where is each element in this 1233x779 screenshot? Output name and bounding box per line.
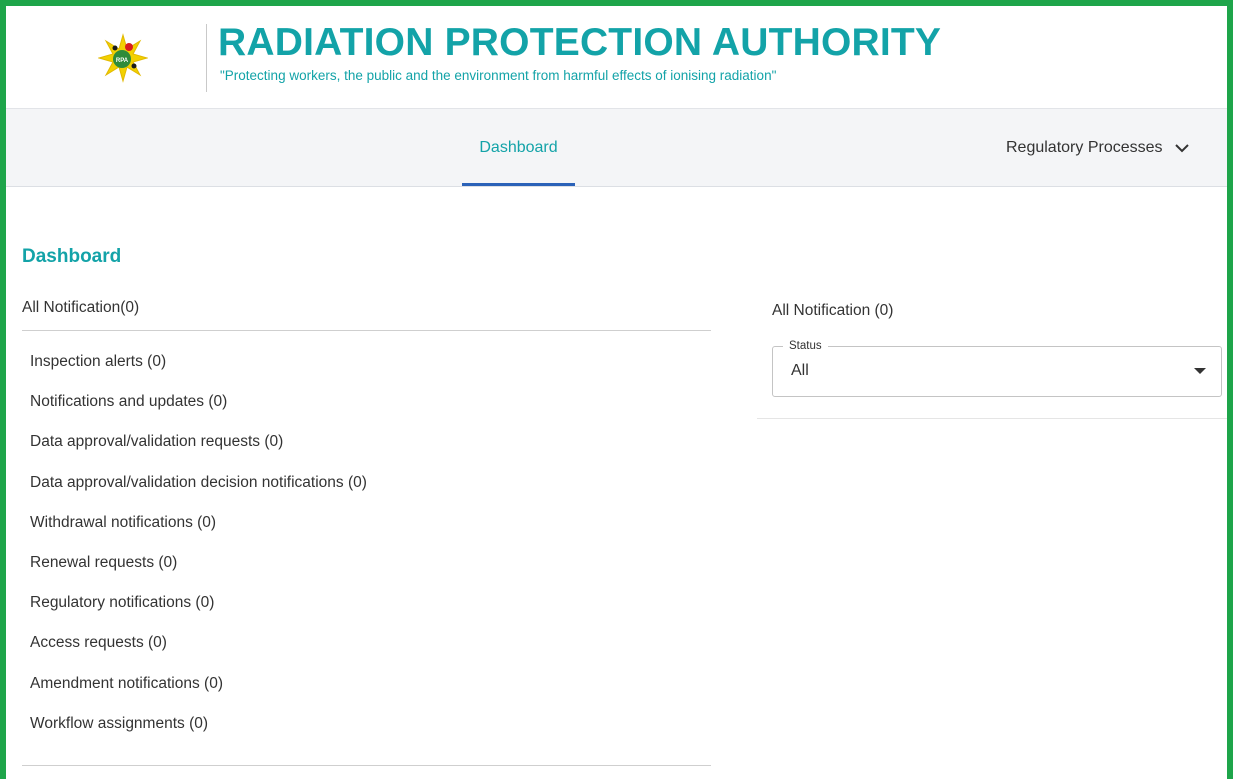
- tab-regulatory-processes[interactable]: Regulatory Processes: [1006, 109, 1189, 186]
- divider: [757, 418, 1227, 419]
- site-header: RPA RADIATION PROTECTION AUTHORITY "Prot…: [6, 6, 1227, 109]
- category-renewal-requests[interactable]: Renewal requests (0): [30, 552, 367, 592]
- category-data-approval-requests[interactable]: Data approval/validation requests (0): [30, 431, 367, 471]
- status-select-label: Status: [783, 339, 828, 353]
- category-regulatory-notifications[interactable]: Regulatory notifications (0): [30, 592, 367, 632]
- notifications-panel-title: All Notification (0): [772, 302, 894, 319]
- main-nav: Dashboard Regulatory Processes: [6, 108, 1227, 187]
- category-notifications-and-updates[interactable]: Notifications and updates (0): [30, 391, 367, 431]
- notification-category-list: Inspection alerts (0) Notifications and …: [30, 351, 367, 753]
- org-title: RADIATION PROTECTION AUTHORITY: [218, 21, 942, 64]
- divider: [22, 330, 711, 331]
- status-select-value: All: [791, 362, 809, 379]
- rpa-logo-icon: RPA: [98, 33, 148, 83]
- all-notifications-count[interactable]: All Notification(0): [22, 299, 139, 317]
- category-workflow-assignments[interactable]: Workflow assignments (0): [30, 713, 367, 753]
- tab-dashboard[interactable]: Dashboard: [462, 109, 575, 186]
- header-divider: [206, 24, 207, 92]
- category-withdrawal-notifications[interactable]: Withdrawal notifications (0): [30, 512, 367, 552]
- caret-down-icon: [1194, 368, 1206, 374]
- category-data-approval-decisions[interactable]: Data approval/validation decision notifi…: [30, 472, 367, 512]
- tab-dashboard-label: Dashboard: [479, 138, 558, 156]
- category-inspection-alerts[interactable]: Inspection alerts (0): [30, 351, 367, 391]
- divider: [22, 765, 711, 766]
- category-amendment-notifications[interactable]: Amendment notifications (0): [30, 673, 367, 713]
- tab-regulatory-processes-label: Regulatory Processes: [1006, 138, 1163, 156]
- app-frame: RPA RADIATION PROTECTION AUTHORITY "Prot…: [0, 0, 1233, 779]
- page-title: Dashboard: [22, 246, 122, 267]
- status-select[interactable]: Status All: [772, 339, 1222, 397]
- chevron-down-icon: [1174, 143, 1189, 152]
- logo-text: RPA: [116, 58, 129, 64]
- category-access-requests[interactable]: Access requests (0): [30, 632, 367, 672]
- org-tagline: "Protecting workers, the public and the …: [220, 68, 777, 83]
